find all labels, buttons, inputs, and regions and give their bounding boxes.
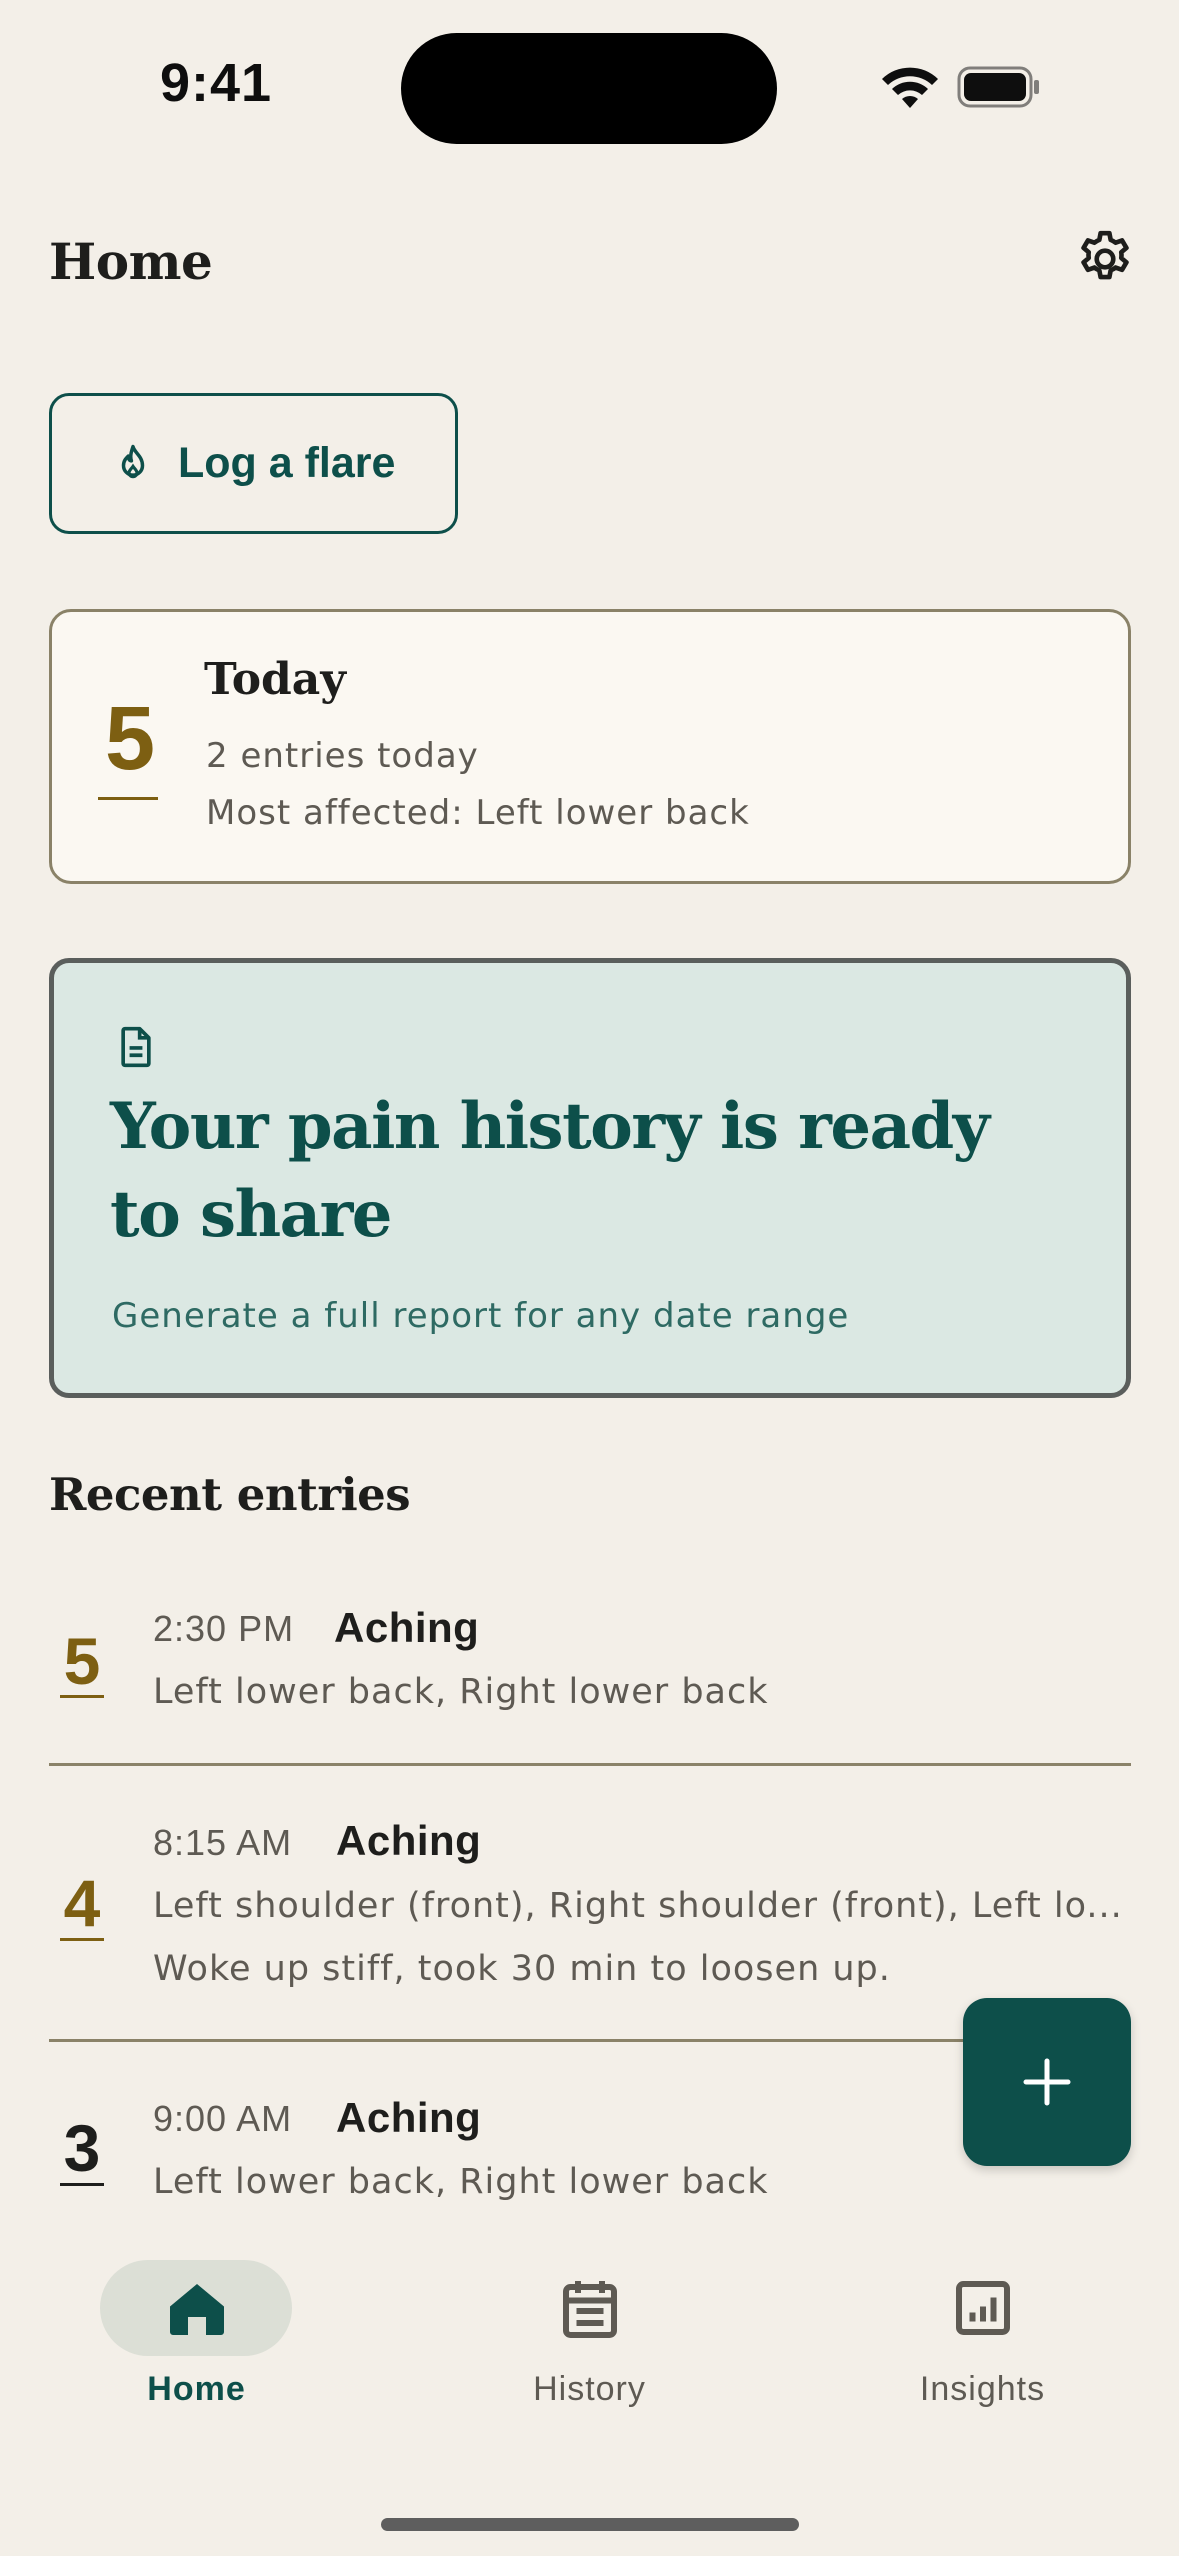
- entry-quality: Aching: [336, 2094, 482, 2141]
- entry-pain-score: 5: [63, 1624, 101, 1698]
- entry-quality: Aching: [334, 1604, 480, 1651]
- entry-note: Woke up stiff, took 30 min to loosen up.: [153, 1949, 891, 1989]
- log-flare-label: Log a flare: [178, 439, 396, 487]
- wifi-icon: [882, 67, 938, 108]
- entry-row[interactable]: 4 8:15 AM Aching Left shoulder (front), …: [49, 1790, 1131, 2040]
- recent-entries-title: Recent entries: [49, 1468, 411, 1521]
- entry-time: 9:00 AM: [153, 2098, 293, 2139]
- today-most-affected: Most affected: Left lower back: [206, 793, 750, 833]
- battery-icon: [957, 66, 1039, 108]
- flame-icon: [121, 444, 145, 478]
- dynamic-island: [401, 33, 777, 144]
- chart-icon: [956, 2281, 1010, 2335]
- plus-icon: [1023, 2058, 1071, 2106]
- nav-item-history[interactable]: History: [393, 2232, 786, 2432]
- entry-divider: [49, 1763, 1131, 1766]
- home-icon: [170, 2284, 224, 2335]
- entry-pain-score: 3: [63, 2111, 101, 2185]
- share-report-card[interactable]: Your pain history is ready to share Gene…: [49, 958, 1131, 1398]
- entry-row[interactable]: 5 2:30 PM Aching Left lower back, Right …: [49, 1590, 1131, 1762]
- nav-label-home: Home: [147, 2370, 246, 2408]
- today-title: Today: [204, 654, 346, 705]
- document-icon: [121, 1026, 151, 1068]
- log-flare-button[interactable]: Log a flare: [49, 393, 458, 534]
- score-underline: [60, 1938, 104, 1941]
- score-underline: [60, 1695, 104, 1698]
- today-pain-score: 5: [104, 689, 156, 789]
- score-underline: [60, 2183, 104, 2186]
- entry-pain-score: 4: [63, 1866, 101, 1940]
- home-indicator[interactable]: [381, 2518, 799, 2531]
- report-subtitle: Generate a full report for any date rang…: [112, 1296, 850, 1336]
- entry-locations: Left lower back, Right lower back: [153, 2162, 769, 2202]
- score-underline: [98, 797, 158, 800]
- entry-locations: Left shoulder (front), Right shoulder (f…: [153, 1886, 1123, 1926]
- bottom-navigation: Home History Insights: [0, 2232, 1179, 2462]
- today-summary-card[interactable]: 5 Today 2 entries today Most affected: L…: [49, 609, 1131, 884]
- nav-label-insights: Insights: [919, 2370, 1046, 2408]
- entry-quality: Aching: [336, 1817, 482, 1864]
- nav-item-home[interactable]: Home: [0, 2232, 393, 2432]
- entry-time: 8:15 AM: [153, 1822, 293, 1863]
- entry-locations: Left lower back, Right lower back: [153, 1672, 769, 1712]
- nav-item-insights[interactable]: Insights: [786, 2232, 1179, 2432]
- settings-button[interactable]: [1072, 226, 1138, 292]
- page-title: Home: [49, 232, 213, 291]
- calendar-icon: [563, 2281, 617, 2338]
- add-entry-fab[interactable]: [963, 1998, 1131, 2166]
- gear-icon: [1081, 230, 1129, 280]
- entry-time: 2:30 PM: [153, 1608, 295, 1649]
- status-time: 9:41: [160, 53, 273, 113]
- today-entries-count: 2 entries today: [206, 736, 479, 776]
- nav-label-history: History: [533, 2370, 646, 2408]
- report-title: Your pain history is ready to share: [110, 1089, 990, 1252]
